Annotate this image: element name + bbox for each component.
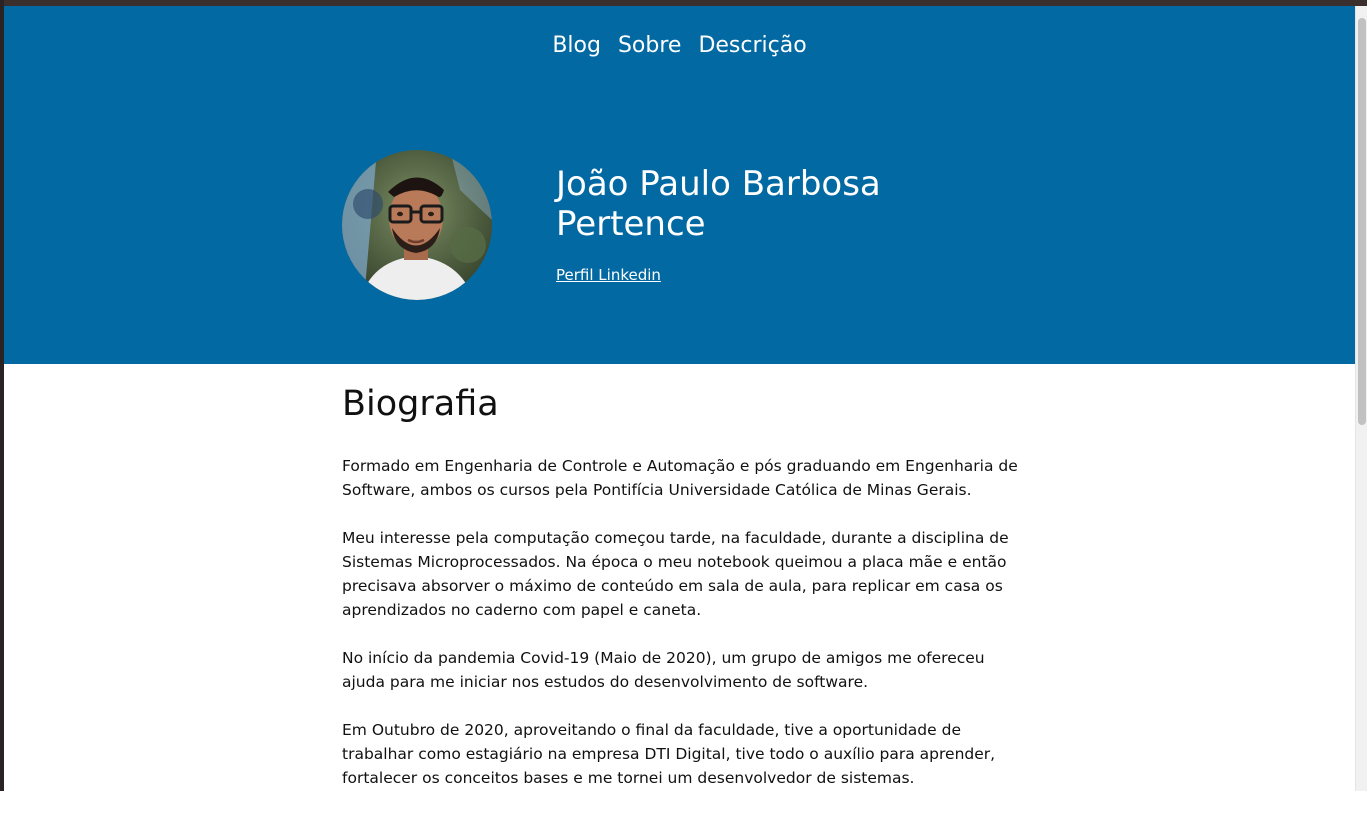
- nav-link-descricao[interactable]: Descrição: [698, 33, 806, 59]
- profile-header: Blog Sobre Descrição João Paulo Barbosa …: [4, 6, 1355, 364]
- linkedin-profile-link[interactable]: Perfil Linkedin: [556, 265, 661, 285]
- bio-paragraph: Formado em Engenharia de Controle e Auto…: [342, 457, 1018, 499]
- profile-name: João Paulo Barbosa Pertence: [556, 164, 881, 244]
- avatar: [342, 150, 492, 300]
- nav-link-sobre[interactable]: Sobre: [618, 33, 682, 59]
- bio-paragraph: Em Outubro de 2020, aproveitando o final…: [342, 721, 996, 787]
- bio-paragraph: Meu interesse pela computação começou ta…: [342, 529, 1009, 619]
- vertical-scrollbar[interactable]: [1355, 6, 1367, 791]
- nav-link-blog[interactable]: Blog: [552, 33, 601, 59]
- biography-section: Biografia Formado em Engenharia de Contr…: [342, 380, 1032, 814]
- profile-photo: [342, 150, 492, 300]
- scrollbar-thumb[interactable]: [1358, 18, 1366, 425]
- main-nav: Blog Sobre Descrição: [4, 33, 1355, 59]
- section-title: Biografia: [342, 384, 499, 424]
- bio-paragraph: No início da pandemia Covid-19 (Maio de …: [342, 649, 985, 691]
